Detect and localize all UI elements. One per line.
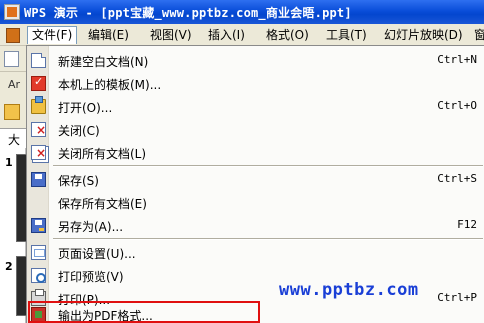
menu-item-label: 保存(S) (58, 174, 99, 188)
menu-item-save-as[interactable]: 另存为(A)... F12 (27, 214, 484, 237)
menu-item-page-setup[interactable]: 页面设置(U)... (27, 241, 484, 264)
menu-item-label: 另存为(A)... (58, 220, 124, 234)
template-icon (31, 75, 46, 91)
menu-item-close-all[interactable]: 关闭所有文档(L) (27, 141, 484, 164)
slide-toolbar-icon[interactable] (4, 104, 20, 120)
menu-item-open[interactable]: 打开(O)... Ctrl+O (27, 95, 484, 118)
toolbar-row-font: Ar (0, 74, 26, 98)
menu-item-label: 打开(O)... (58, 101, 113, 115)
menu-file[interactable]: 文件(F) (27, 26, 78, 44)
menu-item-shortcut: Ctrl+N (437, 53, 477, 66)
toolbar-row-standard (0, 46, 26, 72)
menu-separator (53, 165, 483, 167)
outline-tab[interactable]: 大纟 (0, 128, 26, 164)
new-doc-toolbar-icon[interactable] (4, 51, 19, 67)
menu-item-label: 关闭所有文档(L) (58, 147, 147, 161)
title-bar: WPS 演示 - [ppt宝藏_www.pptbz.com_商业会晤.ppt] (0, 0, 484, 24)
menu-slideshow[interactable]: 幻灯片放映(D) (380, 26, 467, 44)
menu-item-label: 关闭(C) (58, 124, 100, 138)
menu-item-label: 打印预览(V) (58, 270, 124, 284)
menu-item-shortcut: Ctrl+O (437, 99, 477, 112)
wps-app-icon[interactable] (4, 4, 20, 20)
save-as-icon (31, 218, 46, 233)
toolbar-row-drawing (0, 100, 26, 126)
menu-insert[interactable]: 插入(I) (204, 26, 249, 44)
menu-item-label: 本机上的模板(M)... (58, 78, 162, 92)
menu-item-label: 页面设置(U)... (58, 247, 136, 261)
menu-item-local-templates[interactable]: 本机上的模板(M)... (27, 72, 484, 95)
menu-item-label: 保存所有文档(E) (58, 197, 147, 211)
menu-item-close[interactable]: 关闭(C) (27, 118, 484, 141)
menu-format[interactable]: 格式(O) (262, 26, 313, 44)
slide-number-1: 1 (5, 156, 13, 169)
window-title: WPS 演示 - [ppt宝藏_www.pptbz.com_商业会晤.ppt] (24, 5, 352, 20)
watermark-url: www.pptbz.com (279, 280, 419, 300)
menu-item-label: 新建空白文档(N) (58, 55, 149, 69)
menu-edit[interactable]: 编辑(E) (84, 26, 133, 44)
page-setup-icon (31, 245, 46, 260)
slide-thumbnail-pane: 1 2 (0, 148, 28, 323)
print-preview-icon (31, 268, 46, 283)
close-doc-icon (31, 122, 46, 137)
menu-item-save-all[interactable]: 保存所有文档(E) (27, 191, 484, 214)
highlight-annotation-box (28, 301, 260, 323)
menu-window[interactable]: 窗 (470, 26, 484, 44)
save-icon (31, 172, 46, 187)
menu-view[interactable]: 视图(V) (146, 26, 196, 44)
menu-tools[interactable]: 工具(T) (322, 26, 371, 44)
menu-item-shortcut: Ctrl+S (437, 172, 477, 185)
slide-number-2: 2 (5, 260, 13, 273)
menu-item-save[interactable]: 保存(S) Ctrl+S (27, 168, 484, 191)
open-folder-icon (31, 96, 46, 114)
close-all-icon (31, 145, 46, 160)
menu-separator (53, 238, 483, 240)
font-name-box[interactable]: Ar (8, 78, 20, 91)
document-icon[interactable] (2, 27, 20, 43)
menu-item-shortcut: F12 (457, 218, 477, 231)
menu-item-new-blank[interactable]: 新建空白文档(N) Ctrl+N (27, 49, 484, 72)
menu-bar: 文件(F) 编辑(E) 视图(V) 插入(I) 格式(O) 工具(T) 幻灯片放… (0, 24, 484, 46)
new-doc-icon (31, 53, 46, 68)
